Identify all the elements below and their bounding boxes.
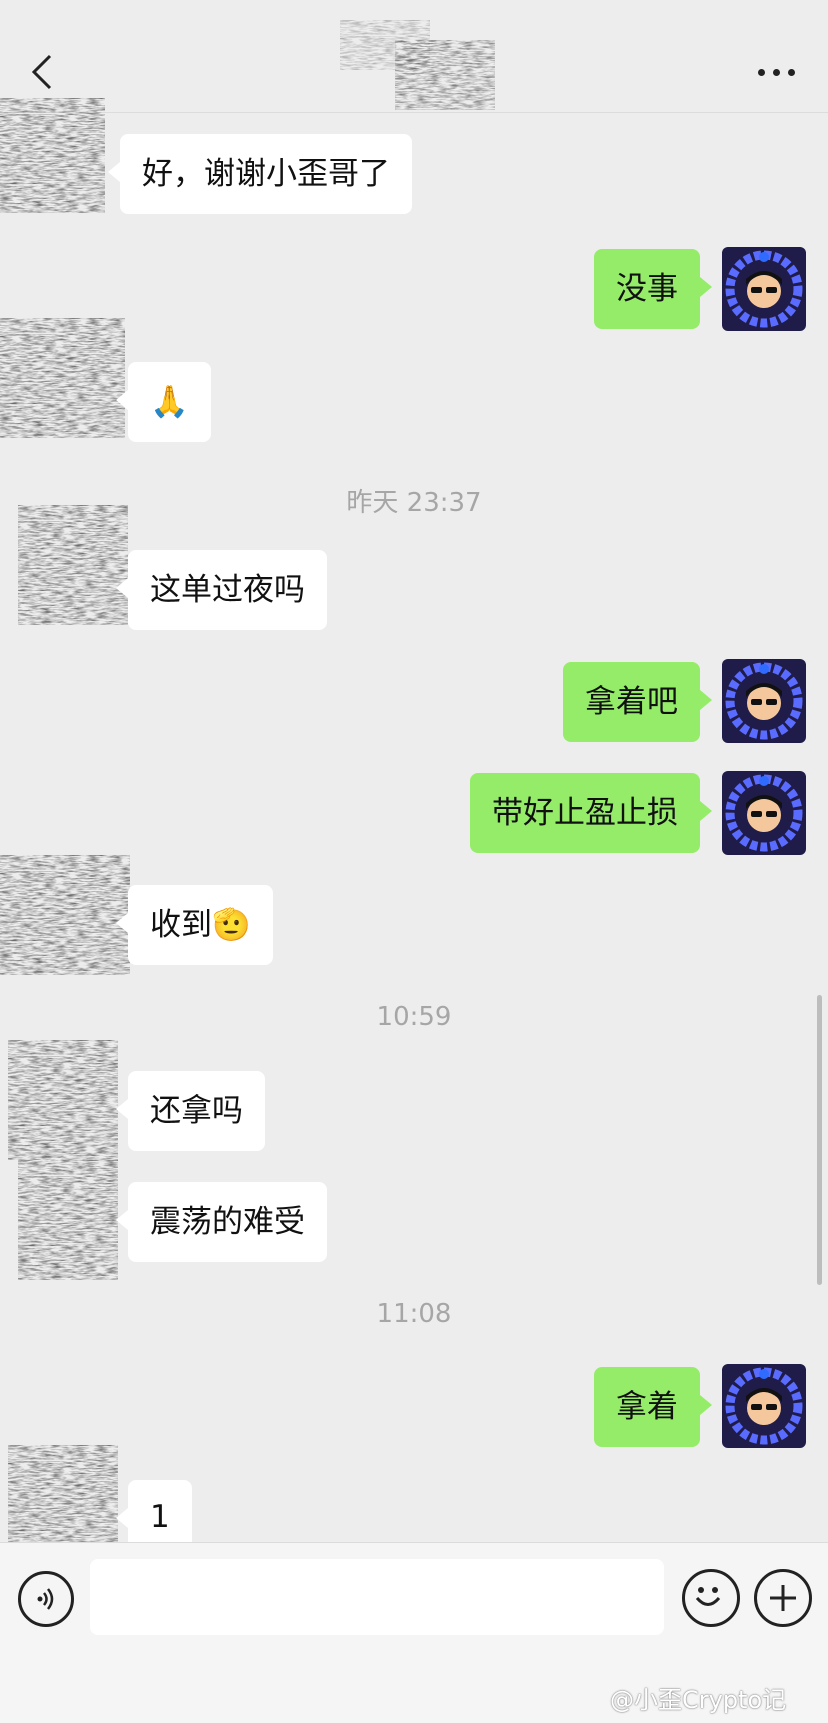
- avatar[interactable]: [722, 1364, 806, 1448]
- outgoing-message-bubble[interactable]: 拿着: [594, 1367, 712, 1447]
- watermark: @小歪Crypto记: [610, 1686, 787, 1714]
- redacted-avatar: [0, 98, 105, 213]
- message-text: 没事: [616, 270, 678, 307]
- message-text: 这单过夜吗: [150, 571, 305, 608]
- message-text: 好，谢谢小歪哥了: [142, 155, 390, 192]
- incoming-message-bubble[interactable]: 收到🫡: [116, 885, 273, 965]
- incoming-message-bubble[interactable]: 🙏: [116, 362, 211, 442]
- avatar[interactable]: [722, 659, 806, 743]
- incoming-message-bubble[interactable]: 好，谢谢小歪哥了: [108, 134, 412, 214]
- redacted-avatar: [0, 855, 130, 975]
- outgoing-message-bubble[interactable]: 带好止盈止损: [470, 773, 712, 853]
- plus-button[interactable]: [754, 1569, 812, 1627]
- message-text: 拿着吧: [585, 683, 678, 720]
- avatar[interactable]: [722, 247, 806, 331]
- redacted-avatar: [18, 505, 128, 625]
- back-button[interactable]: [22, 44, 62, 100]
- more-options-button[interactable]: [746, 50, 806, 94]
- voice-button[interactable]: [18, 1571, 74, 1627]
- outgoing-message-bubble[interactable]: 拿着吧: [563, 662, 712, 742]
- message-text: 震荡的难受: [150, 1203, 305, 1240]
- crypto-avatar-icon: [725, 662, 803, 740]
- message-text: 1: [150, 1499, 170, 1535]
- message-text: 还拿吗: [150, 1092, 243, 1129]
- chevron-left-icon: [31, 54, 52, 90]
- scrollbar[interactable]: [817, 995, 822, 1285]
- message-text: 拿着: [616, 1388, 678, 1425]
- timestamp: 10:59: [376, 1002, 452, 1032]
- incoming-message-bubble[interactable]: 还拿吗: [116, 1071, 265, 1151]
- emoji-button[interactable]: [682, 1569, 740, 1627]
- emoji-icon: [695, 1587, 721, 1606]
- message-input[interactable]: [90, 1559, 664, 1635]
- redacted-chat-title: [340, 20, 495, 110]
- crypto-avatar-icon: [725, 1367, 803, 1445]
- chat-header: [0, 0, 828, 113]
- plus-icon: [770, 1585, 796, 1611]
- ellipsis-icon: [757, 68, 765, 76]
- incoming-message-bubble[interactable]: 震荡的难受: [116, 1182, 327, 1262]
- incoming-message-bubble[interactable]: 这单过夜吗: [116, 550, 327, 630]
- message-text: 🙏: [150, 383, 189, 420]
- crypto-avatar-icon: [725, 250, 803, 328]
- voice-icon: [37, 1588, 54, 1610]
- timestamp: 11:08: [376, 1299, 452, 1329]
- message-text: 带好止盈止损: [492, 794, 678, 831]
- outgoing-message-bubble[interactable]: 没事: [594, 249, 712, 329]
- redacted-avatar: [0, 318, 125, 438]
- avatar[interactable]: [722, 771, 806, 855]
- crypto-avatar-icon: [725, 774, 803, 852]
- message-text: 收到🫡: [150, 906, 251, 943]
